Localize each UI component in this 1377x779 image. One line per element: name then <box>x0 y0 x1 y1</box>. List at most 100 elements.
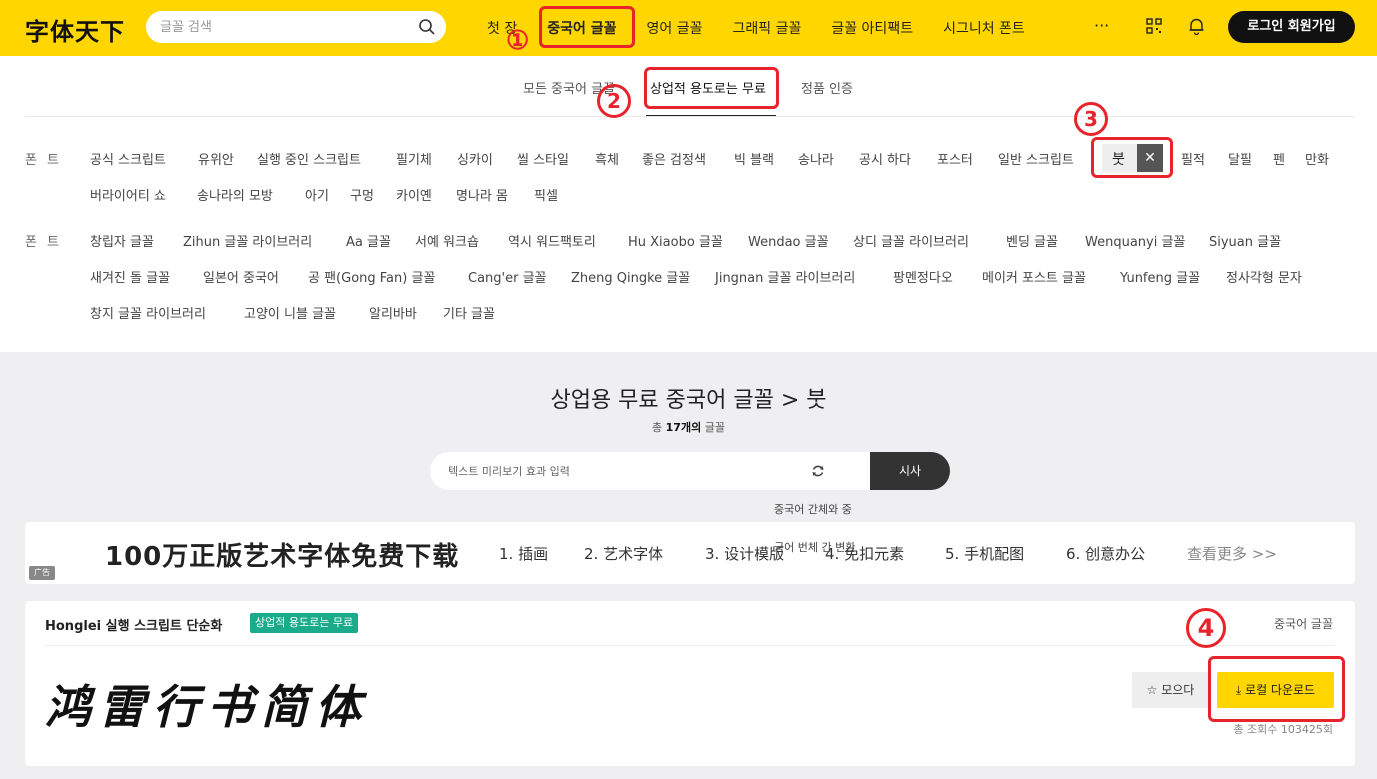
filter-tag[interactable]: 실행 중인 스크립트 <box>257 149 361 168</box>
filter-tag[interactable]: 아기 <box>305 185 329 204</box>
filter-tag[interactable]: 빅 블랙 <box>734 149 774 168</box>
filter-tag[interactable]: 서예 워크숍 <box>415 231 479 250</box>
search-input[interactable] <box>160 11 410 43</box>
filter-tag[interactable]: 카이옌 <box>396 185 432 204</box>
filter-tag[interactable]: 씰 스타일 <box>517 149 569 168</box>
nav-more-button[interactable]: ··· <box>1094 16 1109 35</box>
result-count: 총 17개의 글꼴 <box>0 419 1377 435</box>
annotation-number-2: 2 <box>597 84 631 118</box>
filter-tag[interactable]: 달필 <box>1228 149 1252 168</box>
ad-more-link[interactable]: 查看更多 >> <box>1187 543 1277 564</box>
filter-tag[interactable]: 알리바바 <box>369 303 417 322</box>
panel-divider <box>25 116 1355 117</box>
filter-tag[interactable]: Wendao 글꼴 <box>748 231 829 250</box>
filter-tag[interactable]: Siyuan 글꼴 <box>1209 231 1281 250</box>
filter-tag[interactable]: 새겨진 돌 글꼴 <box>90 267 170 286</box>
preview-text-input[interactable] <box>448 452 808 490</box>
filter-tag[interactable]: 일본어 중국어 <box>203 267 279 286</box>
filter-tag[interactable]: 필기체 <box>396 149 432 168</box>
filter-tag[interactable]: 싱카이 <box>457 149 493 168</box>
filter-tag[interactable]: Zheng Qingke 글꼴 <box>571 267 690 286</box>
font-name[interactable]: Honglei 실행 스크립트 단순화 <box>45 615 222 634</box>
filter-tag[interactable]: 유위안 <box>198 149 234 168</box>
filter-tag[interactable]: 창립자 글꼴 <box>90 231 154 250</box>
convert-simplified-traditional-option[interactable]: 중국어 간체와 중 <box>774 501 852 517</box>
nav-signature-fonts[interactable]: 시그니처 폰트 <box>943 18 1025 38</box>
font-preview[interactable]: 鸿雷行书简体 <box>45 671 369 737</box>
filter-tag[interactable]: 필적 <box>1181 149 1205 168</box>
card-divider <box>45 645 1335 646</box>
annotation-box-2 <box>644 67 779 109</box>
font-card: Honglei 실행 스크립트 단순화 상업적 용도로는 무료 중국어 글꼴 鸿… <box>25 601 1355 766</box>
filter-tag[interactable]: 버라이어티 쇼 <box>90 185 166 204</box>
ad-link[interactable]: 5. 手机配图 <box>945 543 1024 564</box>
ad-link[interactable]: 1. 插画 <box>499 543 548 564</box>
filter-tag[interactable]: 벤딩 글꼴 <box>1006 231 1058 250</box>
filter-tag[interactable]: 메이커 포스트 글꼴 <box>982 267 1086 286</box>
annotation-box-4 <box>1208 656 1345 722</box>
ad-link[interactable]: 3. 设计模版 <box>705 543 784 564</box>
filter-tag[interactable]: 흑체 <box>595 149 619 168</box>
nav-english-fonts[interactable]: 영어 글꼴 <box>647 18 703 38</box>
filter-tag[interactable]: 공 팬(Gong Fan) 글꼴 <box>308 267 435 286</box>
filter-label-style: 폰트 <box>25 153 69 168</box>
filter-tag[interactable]: 기타 글꼴 <box>443 303 495 322</box>
filter-tag[interactable]: 좋은 검정색 <box>642 149 706 168</box>
tab-genuine-certified[interactable]: 정품 인증 <box>801 78 853 97</box>
filter-tag[interactable]: Aa 글꼴 <box>346 231 391 250</box>
annotation-box-3 <box>1091 137 1173 178</box>
result-count-suffix: 글꼴 <box>704 421 725 434</box>
filter-tag[interactable]: 공식 스크립트 <box>90 149 166 168</box>
filter-tag[interactable]: 공시 하다 <box>859 149 911 168</box>
ad-banner[interactable]: 100万正版艺术字体免费下载 1. 插画 2. 艺术字体 3. 设计模版 4. … <box>25 522 1355 584</box>
filter-tag[interactable]: 일반 스크립트 <box>998 149 1074 168</box>
nav-font-artifact[interactable]: 글꼴 아티팩트 <box>831 18 913 38</box>
filter-tag[interactable]: 역시 워드팩토리 <box>508 231 596 250</box>
preview-button[interactable]: 시사 <box>870 452 950 490</box>
filter-tag[interactable]: 송나라 <box>798 149 834 168</box>
result-count-prefix: 총 <box>652 421 663 434</box>
view-count: 총 조회수 103425회 <box>1233 723 1333 736</box>
filter-tag[interactable]: Wenquanyi 글꼴 <box>1085 231 1185 250</box>
result-title: 상업용 무료 중국어 글꼴 > 붓 <box>550 388 827 413</box>
filter-tag[interactable]: 송나라의 모방 <box>197 185 273 204</box>
bell-icon[interactable] <box>1188 17 1205 35</box>
filter-tag[interactable]: 고양이 니블 글꼴 <box>244 303 336 322</box>
nav-graphic-fonts[interactable]: 그래픽 글꼴 <box>732 18 801 38</box>
annotation-number-3: 3 <box>1074 102 1108 136</box>
filter-tag[interactable]: 펜 <box>1273 149 1285 168</box>
filter-tag[interactable]: 상디 글꼴 라이브러리 <box>853 231 969 250</box>
filter-tag[interactable]: Zihun 글꼴 라이브러리 <box>183 231 312 250</box>
filter-tag[interactable]: 명나라 몸 <box>456 185 508 204</box>
convert-simplified-traditional-option-line2[interactable]: 국어 번체 간 변환 <box>774 539 855 555</box>
font-category[interactable]: 중국어 글꼴 <box>1274 615 1333 632</box>
collect-button[interactable]: ☆ 모으다 <box>1132 672 1209 708</box>
refresh-icon[interactable] <box>811 464 825 478</box>
filter-tag[interactable]: Hu Xiaobo 글꼴 <box>628 231 723 250</box>
filter-tag[interactable]: Yunfeng 글꼴 <box>1120 267 1200 286</box>
filter-tag[interactable]: 팡멘정다오 <box>893 267 953 286</box>
filter-tag[interactable]: 만화 <box>1305 149 1329 168</box>
annotation-number-1: ① <box>506 26 530 56</box>
filter-tag[interactable]: 창지 글꼴 라이브러리 <box>90 303 206 322</box>
ad-link[interactable]: 2. 艺术字体 <box>584 543 663 564</box>
ad-link[interactable]: 6. 创意办公 <box>1066 543 1145 564</box>
filter-tag[interactable]: 구멍 <box>350 185 374 204</box>
site-logo[interactable]: 字体天下 <box>25 12 125 47</box>
preview-text-box <box>430 452 870 490</box>
search-box <box>146 11 446 43</box>
ad-title[interactable]: 100万正版艺术字体免费下载 <box>105 536 459 573</box>
top-header: 字体天下 첫 장 중국어 글꼴 영어 글꼴 그래픽 글꼴 글꼴 아티팩트 시그니… <box>0 0 1377 56</box>
filter-tag[interactable]: 픽셀 <box>534 185 558 204</box>
filter-tag[interactable]: 정사각형 문자 <box>1226 267 1302 286</box>
filter-tag[interactable]: Jingnan 글꼴 라이브러리 <box>715 267 855 286</box>
free-commercial-badge: 상업적 용도로는 무료 <box>250 613 359 633</box>
annotation-box-1 <box>539 6 635 48</box>
filter-label-foundry: 폰트 <box>25 235 69 250</box>
search-icon[interactable] <box>418 18 436 36</box>
filter-tag[interactable]: Cang'er 글꼴 <box>468 267 547 286</box>
login-signup-button[interactable]: 로그인 회원가입 <box>1228 11 1355 43</box>
filter-tag[interactable]: 포스터 <box>937 149 973 168</box>
qr-code-icon[interactable] <box>1146 18 1162 34</box>
ad-badge: 广告 <box>29 566 55 580</box>
